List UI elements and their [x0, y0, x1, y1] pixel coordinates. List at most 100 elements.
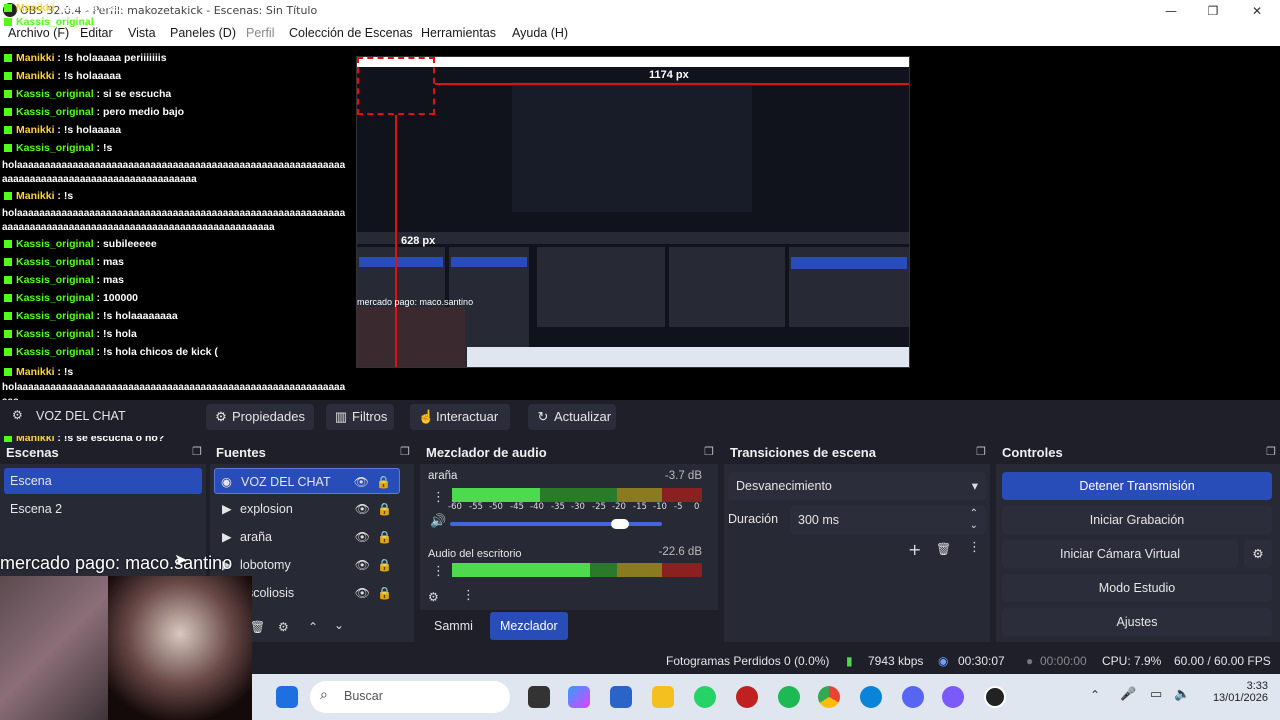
move-down-icon[interactable]: ⌄ [334, 618, 344, 632]
stepper-down-icon[interactable]: ⌄ [970, 512, 978, 540]
whatsapp-icon[interactable] [694, 686, 716, 708]
lock-icon[interactable]: 🔒 [377, 580, 392, 606]
minimize-button[interactable]: — [1156, 2, 1186, 20]
eye-icon[interactable]: 👁 [355, 552, 370, 578]
move-up-icon[interactable]: ⌃ [308, 620, 318, 634]
kick-badge-icon [4, 330, 12, 339]
discord-icon[interactable] [902, 686, 924, 708]
filters-button[interactable]: ▥ Filtros [326, 404, 394, 430]
kick-badge-icon [4, 144, 12, 153]
windows-start-icon[interactable] [276, 686, 298, 708]
chat-message: Kassis_original : pero medio bajo [4, 106, 184, 118]
source-item-lobotomy[interactable]: ▶ lobotomy 👁 🔒 [214, 552, 400, 578]
kebab-menu-icon[interactable]: ⋮ [462, 588, 475, 603]
edge-icon[interactable] [860, 686, 882, 708]
system-clock[interactable]: 3:33 13/01/2026 [1213, 680, 1268, 704]
mixer-channel-db: -22.6 dB [658, 546, 702, 558]
task-view-icon[interactable] [528, 686, 550, 708]
source-item-voz-del-chat[interactable]: ◉ VOZ DEL CHAT 👁 🔒 [214, 468, 400, 494]
nested-mixer-dock [537, 247, 665, 327]
chrome-icon[interactable] [818, 686, 840, 708]
spotify-icon[interactable] [778, 686, 800, 708]
speaker-icon[interactable]: 🔊 [430, 514, 446, 529]
trash-icon[interactable]: 🗑 [936, 542, 951, 556]
menu-ayuda[interactable]: Ayuda (H) [512, 26, 568, 40]
source-item-explosion[interactable]: ▶ explosion 👁 🔒 [214, 496, 400, 522]
scene-item-escena[interactable]: Escena [4, 468, 202, 494]
scene-item-escena-2[interactable]: Escena 2 [4, 496, 202, 522]
meter-scale-tick: -35 [551, 502, 565, 512]
meter-scale-tick: -25 [592, 502, 606, 512]
interact-button[interactable]: ☝ Interactuar [410, 404, 510, 430]
refresh-label: Actualizar [554, 409, 612, 424]
kebab-menu-icon[interactable]: ⋮ [968, 540, 981, 555]
gear-icon[interactable]: ⚙ [278, 620, 289, 634]
lock-icon[interactable]: 🔒 [377, 496, 392, 522]
lock-icon[interactable]: 🔒 [376, 469, 391, 495]
eye-icon[interactable]: 👁 [354, 469, 369, 495]
undock-icon[interactable]: ❐ [192, 445, 202, 458]
chat-text-continued: holaaaaaaaaaaaaaaaaaaaaaaaaaaaaaaaaaaaaa… [2, 382, 346, 393]
undock-icon[interactable]: ❐ [704, 445, 714, 458]
kebab-menu-icon[interactable]: ⋮ [432, 490, 445, 505]
kebab-menu-icon[interactable]: ⋮ [432, 564, 445, 579]
eye-icon[interactable]: 👁 [355, 580, 370, 606]
refresh-button[interactable]: ↻ Actualizar [528, 404, 616, 430]
measure-line-horizontal [435, 83, 909, 85]
chat-message: Kassis_original : !s jolaaaaaaaaaaa [4, 16, 192, 28]
network-icon[interactable]: ▭ [1150, 687, 1162, 702]
store-icon[interactable] [610, 686, 632, 708]
tab-sammi[interactable]: Sammi [424, 612, 483, 640]
tab-audio-mixer[interactable]: Mezclador de audio [490, 612, 568, 661]
volume-slider-knob[interactable] [611, 519, 629, 529]
virtual-camera-settings-button[interactable]: ⚙ [1244, 540, 1272, 568]
eye-icon[interactable]: 👁 [355, 496, 370, 522]
copilot-icon[interactable] [568, 686, 590, 708]
volume-icon[interactable]: 🔈 [1174, 687, 1190, 702]
chat-text-continued: holaaaaaaaaaaaaaaaaaaaaaaaaaaaaaaaaaaaaa… [2, 160, 346, 171]
nested-source-selected [451, 257, 527, 267]
kick-badge-icon [4, 72, 12, 81]
nested-transitions-dock [669, 247, 785, 327]
taskbar-search[interactable]: ⌕ Buscar [310, 681, 510, 713]
donation-overlay-text: mercado pago: maco.santino [0, 553, 233, 573]
chat-username: Kassis_original [16, 346, 94, 358]
stop-stream-button[interactable]: Detener Transmisión [1002, 472, 1272, 500]
mixer-dock-header: Mezclador de audio ❐ [420, 442, 718, 464]
undock-icon[interactable]: ❐ [1266, 445, 1276, 458]
source-item-arana[interactable]: ▶ araña 👁 🔒 [214, 524, 400, 550]
filter-icon: ▥ [334, 409, 348, 424]
undock-icon[interactable]: ❐ [976, 445, 986, 458]
volume-slider-track[interactable] [450, 522, 662, 526]
chevron-up-icon[interactable]: ⌃ [1090, 688, 1100, 702]
lock-icon[interactable]: 🔒 [377, 524, 392, 550]
mixer-channel-name: Audio del escritorio [428, 548, 522, 560]
measure-line-vertical [395, 115, 397, 367]
advanced-audio-gear-icon[interactable]: ⚙ [428, 590, 439, 604]
obs-taskbar-icon[interactable] [984, 686, 1006, 708]
studio-mode-button[interactable]: Modo Estudio [1002, 574, 1272, 602]
start-recording-button[interactable]: Iniciar Grabación [1002, 506, 1272, 534]
nested-taskbar [467, 347, 909, 367]
properties-button[interactable]: ⚙ Propiedades [206, 404, 314, 430]
app-purple-icon[interactable] [942, 686, 964, 708]
search-placeholder: Buscar [344, 689, 383, 703]
transition-type-select[interactable]: Desvanecimiento ▾ [728, 472, 986, 500]
lock-icon[interactable]: 🔒 [377, 552, 392, 578]
add-transition-icon[interactable]: + [908, 540, 921, 559]
settings-button[interactable]: Ajustes [1002, 608, 1272, 636]
close-button[interactable]: ✕ [1242, 2, 1272, 20]
menu-herramientas[interactable]: Herramientas [421, 26, 496, 40]
duration-input[interactable]: 300 ms ⌃ ⌄ [790, 506, 986, 534]
undock-icon[interactable]: ❐ [400, 445, 410, 458]
trash-icon[interactable]: 🗑 [250, 620, 265, 634]
microphone-icon[interactable]: 🎤 [1120, 687, 1136, 702]
measure-width-label: 1174 px [649, 69, 689, 81]
eye-icon[interactable]: 👁 [355, 524, 370, 550]
file-explorer-icon[interactable] [652, 686, 674, 708]
kick-badge-icon [4, 240, 12, 249]
chat-message: Kassis_original : 100000 [4, 292, 138, 304]
app-red-icon[interactable] [736, 686, 758, 708]
maximize-button[interactable]: ❐ [1198, 2, 1228, 20]
start-virtual-camera-button[interactable]: Iniciar Cámara Virtual [1002, 540, 1238, 568]
